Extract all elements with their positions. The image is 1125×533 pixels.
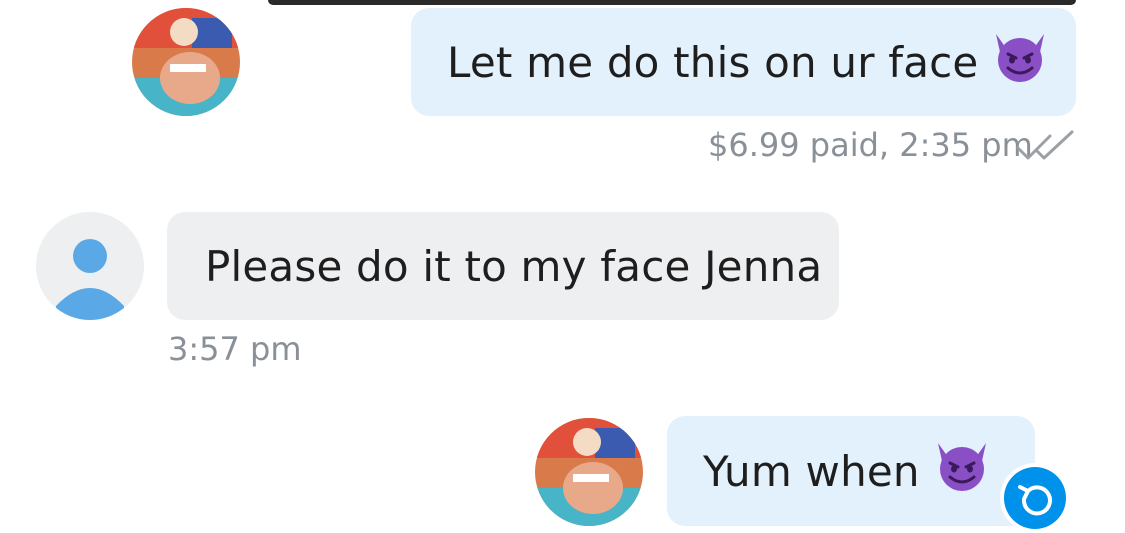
outgoing-message-bubble[interactable]: Yum when [667,416,1035,526]
outgoing-message-bubble[interactable]: Let me do this on ur face [411,8,1076,116]
incoming-message-bubble[interactable]: Please do it to my face Jenna [167,212,839,320]
payment-timestamp: $6.99 paid, 2:35 pm [708,126,1033,164]
smiling-imp-icon [990,30,1050,94]
message-text: Please do it to my face Jenna [205,241,823,291]
media-preview-edge [268,0,1076,5]
smiling-imp-icon [932,439,992,503]
sender-avatar[interactable] [535,418,643,526]
message-text: Yum when [703,446,920,496]
undo-button[interactable] [1004,467,1066,529]
message-timestamp: 3:57 pm [168,330,302,368]
undo-icon [1004,485,1066,533]
message-text: Let me do this on ur face [447,37,979,87]
sender-avatar[interactable] [132,8,240,116]
double-check-icon [1016,130,1076,166]
user-avatar[interactable] [36,212,144,320]
